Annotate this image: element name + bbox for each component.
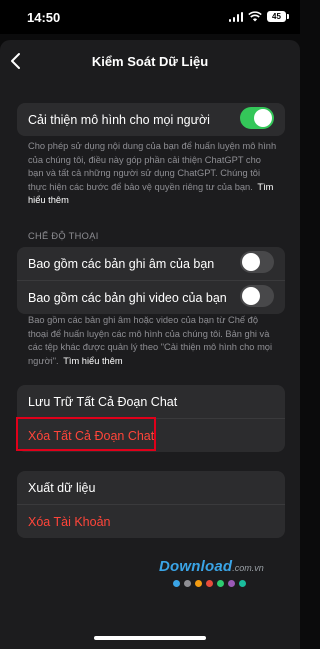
- include-audio-row[interactable]: Bao gồm các bản ghi âm của bạn: [17, 247, 285, 280]
- status-time: 14:50: [27, 10, 61, 25]
- watermark-dots: [173, 580, 289, 587]
- voice-mode-description: Bao gồm các bản ghi âm hoặc video của bạ…: [28, 314, 278, 368]
- watermark-dot: [228, 580, 235, 587]
- watermark-dot: [217, 580, 224, 587]
- include-audio-label: Bao gồm các bản ghi âm của bạn: [28, 256, 215, 271]
- improve-model-toggle[interactable]: [240, 107, 274, 129]
- screen: 14:50 45 Kiểm Soát Dữ Liệu Cải thiện mô …: [0, 0, 300, 649]
- voice-mode-learn-more-link[interactable]: Tìm hiểu thêm: [63, 356, 122, 366]
- improve-model-description-text: Cho phép sử dụng nội dung của bạn để huấ…: [28, 141, 277, 192]
- wifi-icon: [248, 11, 262, 22]
- cellular-signal-icon: [228, 11, 243, 22]
- status-bar: 14:50 45: [0, 0, 300, 34]
- improve-model-row[interactable]: Cải thiện mô hình cho mọi người: [17, 103, 285, 136]
- account-group: Xuất dữ liệu Xóa Tài Khoản: [17, 471, 285, 538]
- watermark-dot: [195, 580, 202, 587]
- toggle-knob: [242, 287, 260, 305]
- watermark-dot: [184, 580, 191, 587]
- status-icons: 45: [228, 11, 289, 22]
- include-video-label: Bao gồm các bản ghi video của bạn: [28, 290, 227, 305]
- export-data-button[interactable]: Xuất dữ liệu: [17, 471, 285, 504]
- include-video-row[interactable]: Bao gồm các bản ghi video của bạn: [17, 280, 285, 314]
- watermark-dot: [173, 580, 180, 587]
- watermark-dot: [206, 580, 213, 587]
- watermark-text: Download: [159, 558, 233, 575]
- improve-model-group: Cải thiện mô hình cho mọi người: [17, 103, 285, 136]
- include-video-toggle[interactable]: [240, 285, 274, 307]
- voice-mode-section-header: CHẾ ĐỘ THOẠI: [28, 231, 99, 241]
- download-watermark: Download.com.vn: [159, 558, 289, 598]
- annotation-highlight-box: [16, 417, 156, 451]
- include-audio-toggle[interactable]: [240, 251, 274, 273]
- delete-account-button[interactable]: Xóa Tài Khoản: [17, 504, 285, 538]
- toggle-knob: [254, 109, 272, 127]
- watermark-domain: .com.vn: [232, 563, 264, 573]
- improve-model-description: Cho phép sử dụng nội dung của bạn để huấ…: [28, 140, 278, 208]
- improve-model-label: Cải thiện mô hình cho mọi người: [28, 112, 210, 127]
- battery-icon: 45: [267, 11, 289, 22]
- home-indicator: [94, 636, 206, 640]
- navigation-bar: Kiểm Soát Dữ Liệu: [0, 40, 300, 82]
- archive-all-chats-button[interactable]: Lưu Trữ Tất Cả Đoạn Chat: [17, 385, 285, 418]
- watermark-dot: [239, 580, 246, 587]
- page-title: Kiểm Soát Dữ Liệu: [91, 54, 209, 69]
- toggle-knob: [242, 253, 260, 271]
- voice-mode-group: Bao gồm các bản ghi âm của bạn Bao gồm c…: [17, 247, 285, 314]
